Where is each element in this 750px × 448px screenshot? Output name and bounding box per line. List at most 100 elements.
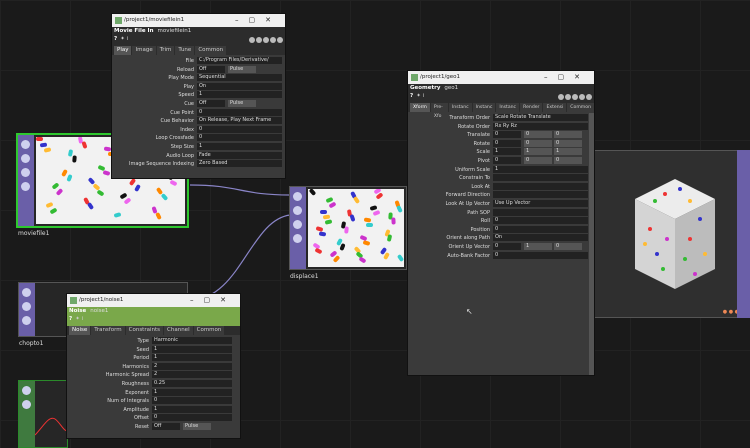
displace-node[interactable]: displace1 [289, 186, 407, 280]
noise-node[interactable] [18, 380, 69, 448]
python-icon[interactable]: ✦ [416, 93, 421, 99]
param-value[interactable] [493, 208, 588, 216]
python-icon[interactable]: ✦ [120, 36, 125, 42]
tab-channel[interactable]: Channel [164, 326, 193, 335]
param-value[interactable]: On Release, Play Next Frame [197, 117, 282, 125]
param-value[interactable] [493, 174, 588, 182]
tab-extensi[interactable]: Extensi [543, 103, 567, 112]
param-value[interactable]: 1 [152, 405, 232, 413]
tab-tune[interactable]: Tune [175, 46, 195, 55]
param-value[interactable]: 0 [197, 108, 282, 116]
param-value[interactable]: 1 [152, 354, 232, 362]
moviefile-param-window[interactable]: /project1/moviefilein1 –▢✕ Movie File In m… [111, 13, 286, 179]
param-value[interactable]: Pulse [228, 65, 256, 73]
tab-render[interactable]: Render [520, 103, 543, 112]
title-bar[interactable]: /project1/noise1 –▢✕ [67, 294, 240, 307]
param-value[interactable]: 1 [493, 148, 521, 156]
node-flag-icon[interactable] [21, 168, 30, 177]
geo-viewer[interactable]: ● ● ● ● [592, 150, 750, 318]
param-value[interactable]: Sequential [197, 74, 282, 82]
param-value[interactable]: 1 [524, 148, 552, 156]
toolbar-right-icons[interactable] [248, 37, 283, 45]
scrollbar[interactable] [589, 113, 594, 375]
tab-xform[interactable]: Xform [410, 103, 430, 112]
node-flag-icon[interactable] [22, 302, 31, 311]
info-icon[interactable]: i [423, 93, 425, 99]
tab-noise[interactable]: Noise [69, 326, 91, 335]
param-value[interactable]: 1 [554, 148, 582, 156]
node-flag-icon[interactable] [22, 288, 31, 297]
param-value[interactable]: 0 [524, 131, 552, 139]
param-value[interactable]: 0 [554, 131, 582, 139]
tab-constraints[interactable]: Constraints [125, 326, 164, 335]
param-value[interactable]: 0 [524, 139, 552, 147]
param-value[interactable]: Use Up Vector [493, 199, 588, 207]
tab-transform[interactable]: Transform [91, 326, 125, 335]
param-value[interactable]: 0 [152, 397, 232, 405]
op-name[interactable]: noise1 [90, 308, 108, 314]
noise-param-window[interactable]: /project1/noise1 –▢✕ Noise noise1 ? ✦ i Noi… [66, 293, 241, 439]
param-tabs[interactable]: Noise Transform Constraints Channel Common [67, 326, 240, 335]
param-value[interactable]: 1 [152, 345, 232, 353]
param-value[interactable]: 0 [493, 131, 521, 139]
tab-instanc[interactable]: Instanc [448, 103, 472, 112]
param-value[interactable]: 2 [152, 362, 232, 370]
param-value[interactable]: 1 [197, 91, 282, 99]
param-value[interactable]: Off [197, 99, 225, 107]
tab-instanc[interactable]: Instanc [496, 103, 520, 112]
param-value[interactable]: 0 [554, 156, 582, 164]
op-name[interactable]: moviefilein1 [158, 28, 192, 34]
param-value[interactable]: 0 [554, 242, 582, 250]
python-icon[interactable]: ✦ [75, 316, 80, 322]
param-value[interactable]: Pulse [183, 422, 211, 430]
param-tabs[interactable]: Play Image Trim Tune Common [112, 46, 285, 55]
param-value[interactable] [493, 182, 588, 190]
param-value[interactable]: 1 [197, 142, 282, 150]
geo-param-window[interactable]: /project1/geo1 –▢✕ Geometry geo1 ? ✦ i Xfor… [407, 70, 595, 376]
info-icon[interactable]: i [82, 316, 84, 322]
param-value[interactable]: 2 [152, 371, 232, 379]
param-value[interactable]: 0 [197, 125, 282, 133]
param-value[interactable]: Off [197, 65, 225, 73]
title-bar[interactable]: /project1/geo1 –▢✕ [408, 71, 594, 84]
tab-play[interactable]: Play [114, 46, 132, 55]
param-value[interactable]: 1 [524, 242, 552, 250]
node-flag-icon[interactable] [21, 182, 30, 191]
param-value[interactable]: Scale Rotate Translate [493, 114, 588, 121]
network-editor[interactable]: moviefile1 displace1 chopto1 ● ● ● ● /pr… [0, 0, 750, 448]
tab-pre-xfo[interactable]: Pre-Xfo [430, 103, 448, 119]
param-value[interactable]: Rx Ry Rz [493, 122, 588, 130]
param-value[interactable]: 0 [524, 156, 552, 164]
param-value[interactable]: 0 [493, 156, 521, 164]
param-value[interactable]: 0.25 [152, 379, 232, 387]
param-value[interactable]: 1 [493, 165, 588, 173]
param-value[interactable]: 0 [493, 251, 588, 259]
node-flag-icon[interactable] [293, 220, 302, 229]
node-flag-icon[interactable] [293, 192, 302, 201]
node-flag-icon[interactable] [21, 140, 30, 149]
param-value[interactable]: Pulse [228, 99, 256, 107]
node-flag-icon[interactable] [293, 234, 302, 243]
param-value[interactable]: 0 [152, 414, 232, 422]
tab-common[interactable]: Common [567, 103, 594, 112]
param-value[interactable]: 0 [554, 139, 582, 147]
op-name[interactable]: geo1 [444, 85, 458, 91]
param-value[interactable]: On [493, 234, 588, 242]
param-value[interactable]: 0 [493, 139, 521, 147]
param-value[interactable]: 0 [493, 217, 588, 225]
info-icon[interactable]: i [127, 36, 129, 42]
window-controls[interactable]: –▢✕ [544, 71, 590, 84]
tab-instanc[interactable]: Instanc [472, 103, 496, 112]
param-value[interactable]: On [197, 82, 282, 90]
node-flag-icon[interactable] [22, 316, 31, 325]
param-value[interactable]: 0 [197, 134, 282, 142]
param-tabs[interactable]: Xform Pre-Xfo Instanc Instanc Instanc Render E… [408, 103, 594, 119]
param-value[interactable]: 0 [493, 242, 521, 250]
toolbar-right-icons[interactable] [557, 94, 592, 102]
param-value[interactable]: Off [152, 422, 180, 430]
param-value[interactable] [493, 191, 588, 199]
param-value[interactable]: C:/Program Files/Derivative/ [197, 57, 282, 64]
node-flag-icon[interactable] [21, 154, 30, 163]
help-icon[interactable]: ? [410, 93, 413, 99]
param-value[interactable]: 0 [493, 225, 588, 233]
